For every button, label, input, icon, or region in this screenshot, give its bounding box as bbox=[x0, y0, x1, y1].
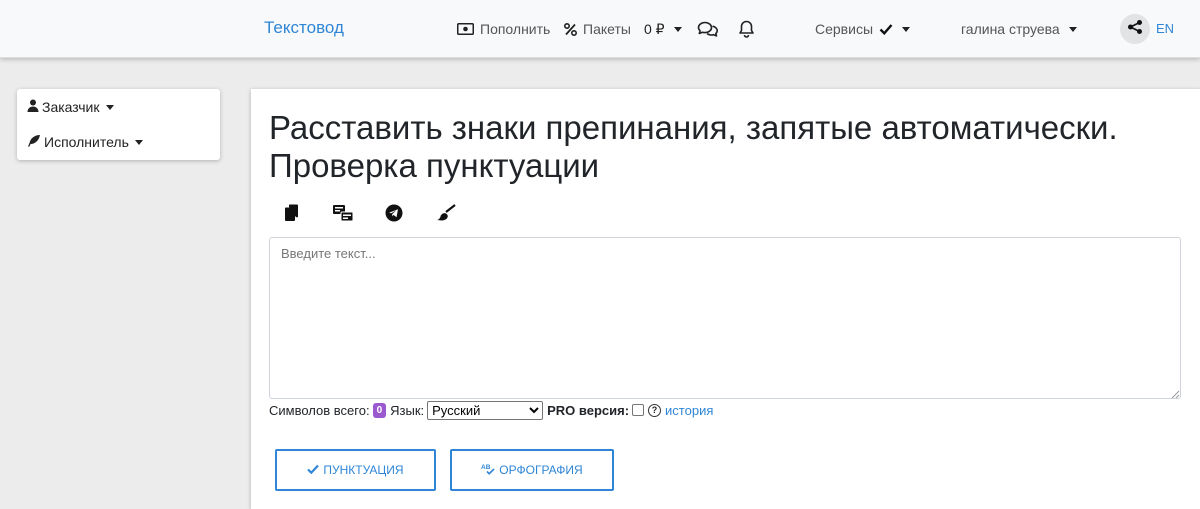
language-select[interactable]: Русский bbox=[427, 400, 544, 420]
services-dropdown[interactable]: Сервисы bbox=[815, 19, 911, 39]
money-icon bbox=[457, 23, 474, 35]
chevron-down-icon bbox=[673, 26, 682, 32]
chevron-down-icon bbox=[902, 26, 911, 32]
help-question-icon[interactable]: ? bbox=[648, 403, 662, 417]
clear-button[interactable] bbox=[434, 203, 458, 227]
copy-icon bbox=[284, 204, 300, 227]
services-label: Сервисы bbox=[815, 21, 874, 37]
chevron-down-icon bbox=[134, 139, 143, 145]
spelling-button[interactable]: AB ОРФОГРАФИЯ bbox=[450, 449, 614, 491]
brand-logo[interactable]: Текстовод bbox=[264, 18, 344, 38]
bell-icon bbox=[738, 20, 755, 38]
check-icon bbox=[879, 23, 893, 35]
feather-icon bbox=[27, 134, 41, 150]
sidebar-menu: Заказчик Исполнитель bbox=[17, 89, 220, 160]
pro-version-checkbox[interactable] bbox=[632, 404, 645, 416]
balance-dropdown[interactable]: 0 ₽ bbox=[644, 19, 682, 39]
messages-button[interactable] bbox=[697, 19, 719, 39]
svg-text:AB: AB bbox=[481, 464, 491, 471]
history-link[interactable]: история bbox=[665, 403, 713, 418]
spellcheck-icon: AB bbox=[481, 463, 495, 478]
chevron-down-icon bbox=[105, 104, 114, 110]
punctuation-button-label: ПУНКТУАЦИЯ bbox=[323, 463, 404, 477]
language-switch[interactable]: EN bbox=[1156, 21, 1174, 36]
chars-count-badge: 0 bbox=[372, 402, 387, 418]
main-panel: Расставить знаки препинания, запятые авт… bbox=[251, 89, 1200, 509]
telegram-button[interactable] bbox=[382, 203, 406, 227]
packages-link[interactable]: Пакеты bbox=[564, 19, 631, 39]
top-navbar: Текстовод Пополнить Пакеты 0 ₽ Сервисы г… bbox=[0, 0, 1200, 58]
notifications-button[interactable] bbox=[738, 19, 755, 39]
page-title: Расставить знаки препинания, запятые авт… bbox=[269, 109, 1118, 184]
share-button[interactable] bbox=[1120, 14, 1150, 44]
telegram-icon bbox=[385, 204, 403, 227]
user-icon bbox=[27, 99, 39, 115]
paste-translate-icon bbox=[332, 204, 354, 227]
balance-value: 0 ₽ bbox=[644, 20, 665, 37]
clear-brush-icon bbox=[435, 203, 457, 227]
sidebar-item-executor[interactable]: Исполнитель bbox=[27, 132, 143, 152]
pro-version-label: PRO версия: bbox=[547, 402, 630, 418]
chat-icon bbox=[697, 20, 719, 38]
copy-button[interactable] bbox=[280, 203, 304, 227]
sidebar-item-customer[interactable]: Заказчик bbox=[27, 97, 114, 117]
punctuation-button[interactable]: ПУНКТУАЦИЯ bbox=[275, 449, 436, 491]
topup-label: Пополнить bbox=[480, 21, 551, 37]
resize-handle-icon[interactable] bbox=[1168, 386, 1180, 399]
paste-translate-button[interactable] bbox=[331, 203, 355, 227]
chevron-down-icon bbox=[1068, 26, 1077, 32]
percent-icon bbox=[564, 22, 577, 36]
sidebar-item-label: Исполнитель bbox=[44, 134, 129, 150]
user-name: галина струева bbox=[961, 21, 1060, 37]
check-icon bbox=[307, 463, 320, 477]
topup-link[interactable]: Пополнить bbox=[457, 19, 550, 39]
chars-label: Символов всего: bbox=[269, 402, 370, 418]
share-icon bbox=[1127, 19, 1143, 40]
sidebar-item-label: Заказчик bbox=[42, 99, 100, 115]
spelling-button-label: ОРФОГРАФИЯ bbox=[499, 463, 583, 477]
text-stats-bar: Символов всего: 0 Язык: Русский PRO верс… bbox=[269, 400, 713, 420]
text-input[interactable] bbox=[269, 237, 1181, 399]
user-menu-dropdown[interactable]: галина струева bbox=[961, 19, 1077, 39]
language-label: Язык: bbox=[390, 402, 425, 418]
packages-label: Пакеты bbox=[583, 21, 631, 37]
